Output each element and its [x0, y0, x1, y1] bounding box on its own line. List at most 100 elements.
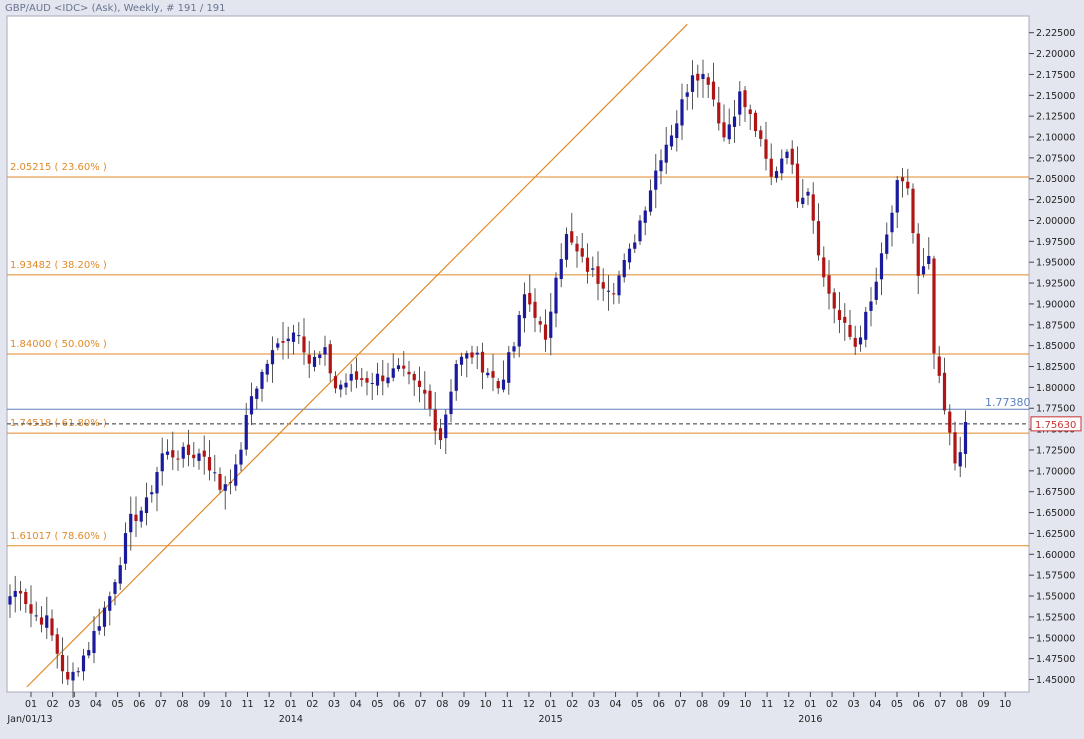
- resistance-label: 1.77380: [985, 396, 1031, 409]
- candle-body: [386, 377, 390, 384]
- candle-body: [906, 181, 910, 189]
- candle-body: [648, 190, 653, 212]
- candle-body: [612, 293, 616, 295]
- candle-body: [549, 311, 553, 338]
- x-month-label: 11: [241, 699, 253, 710]
- candle-body: [249, 396, 254, 415]
- candle-body: [307, 354, 311, 364]
- y-tick-label: 2.00000: [1036, 216, 1075, 227]
- candle-body: [155, 472, 159, 494]
- candle-body: [512, 346, 516, 352]
- candle-body: [706, 77, 710, 85]
- candle-body: [265, 363, 269, 375]
- candle-body: [417, 380, 422, 388]
- candle-body: [780, 158, 784, 174]
- candle-body: [864, 311, 868, 340]
- x-month-label: 10: [480, 699, 492, 710]
- candle-body: [223, 484, 227, 491]
- candle-body: [139, 510, 143, 522]
- candle-body: [848, 324, 852, 337]
- candle-body: [45, 615, 49, 628]
- candle-body: [491, 371, 495, 378]
- y-tick-label: 1.62500: [1036, 529, 1075, 540]
- candle-body: [454, 363, 458, 391]
- candle-body: [785, 151, 789, 158]
- x-month-label: 05: [112, 699, 124, 710]
- candle-body: [207, 457, 212, 471]
- y-tick-label: 2.07500: [1036, 153, 1075, 164]
- candle-body: [328, 344, 332, 374]
- x-month-label: 09: [978, 699, 990, 710]
- candle-body: [769, 158, 773, 177]
- candle-body: [486, 372, 490, 376]
- candle-body: [270, 350, 275, 365]
- candle-body: [591, 268, 595, 270]
- candle-body: [858, 337, 863, 345]
- candle-body: [39, 617, 44, 625]
- candle-body: [696, 73, 700, 81]
- candle-body: [97, 626, 101, 631]
- candle-body: [580, 248, 584, 257]
- candle-body: [732, 116, 737, 127]
- candle-body: [391, 368, 395, 378]
- candle-body: [963, 422, 968, 454]
- candle-body: [239, 449, 243, 465]
- candle-body: [643, 210, 647, 223]
- y-tick-label: 2.12500: [1036, 112, 1075, 123]
- candle-body: [895, 180, 899, 213]
- y-tick-label: 1.97500: [1036, 237, 1075, 248]
- candle-body: [659, 160, 663, 172]
- candle-body: [522, 294, 527, 319]
- candle-body: [150, 492, 154, 495]
- x-month-label: 07: [415, 699, 427, 710]
- current-price-label: 1.75630: [1035, 420, 1076, 431]
- candle-body: [428, 390, 432, 409]
- candle-body: [165, 451, 170, 455]
- candle-body: [727, 124, 731, 140]
- candle-body: [806, 191, 810, 196]
- candle-body: [900, 177, 905, 182]
- candle-body: [480, 351, 485, 373]
- y-tick-label: 1.52500: [1036, 612, 1075, 623]
- x-month-label: 01: [285, 699, 297, 710]
- candle-body: [680, 99, 684, 126]
- x-month-label: 03: [848, 699, 860, 710]
- x-month-label: 01: [545, 699, 557, 710]
- candle-body: [202, 450, 206, 457]
- candle-body: [302, 336, 306, 353]
- candle-body: [228, 482, 233, 484]
- price-markers: 1.75630: [1030, 416, 1082, 432]
- candle-body: [318, 354, 322, 359]
- candle-body: [433, 409, 437, 431]
- candle-body: [375, 373, 380, 386]
- x-month-label: 04: [610, 699, 622, 710]
- candle-body: [759, 130, 763, 139]
- candle-body: [685, 92, 689, 97]
- candle-body: [323, 347, 327, 355]
- candle-body: [186, 444, 191, 455]
- candle-body: [617, 275, 621, 296]
- candle-body: [575, 243, 579, 252]
- chart-window: GBP/AUD <IDC> (Ask), Weekly, # 191 / 191…: [0, 0, 1084, 735]
- candle-body: [874, 281, 878, 300]
- x-month-label: 02: [306, 699, 318, 710]
- y-tick-label: 1.65000: [1036, 508, 1075, 519]
- candle-body: [869, 301, 873, 311]
- candle-body: [743, 90, 747, 108]
- candle-body: [921, 266, 926, 275]
- candle-body: [354, 371, 359, 380]
- y-tick-label: 1.50000: [1036, 633, 1075, 644]
- y-tick-label: 1.82500: [1036, 362, 1075, 373]
- candle-body: [470, 352, 474, 358]
- candle-body: [134, 514, 138, 522]
- x-month-label: 10: [220, 699, 232, 710]
- x-month-label: 11: [501, 699, 513, 710]
- y-tick-label: 1.60000: [1036, 550, 1075, 561]
- x-month-label: 05: [891, 699, 903, 710]
- candle-body: [538, 321, 542, 325]
- x-year-label: 2014: [279, 714, 303, 725]
- candle-body: [654, 170, 658, 190]
- y-tick-label: 1.45000: [1036, 675, 1075, 686]
- y-tick-label: 1.92500: [1036, 279, 1075, 290]
- candle-body: [690, 75, 695, 92]
